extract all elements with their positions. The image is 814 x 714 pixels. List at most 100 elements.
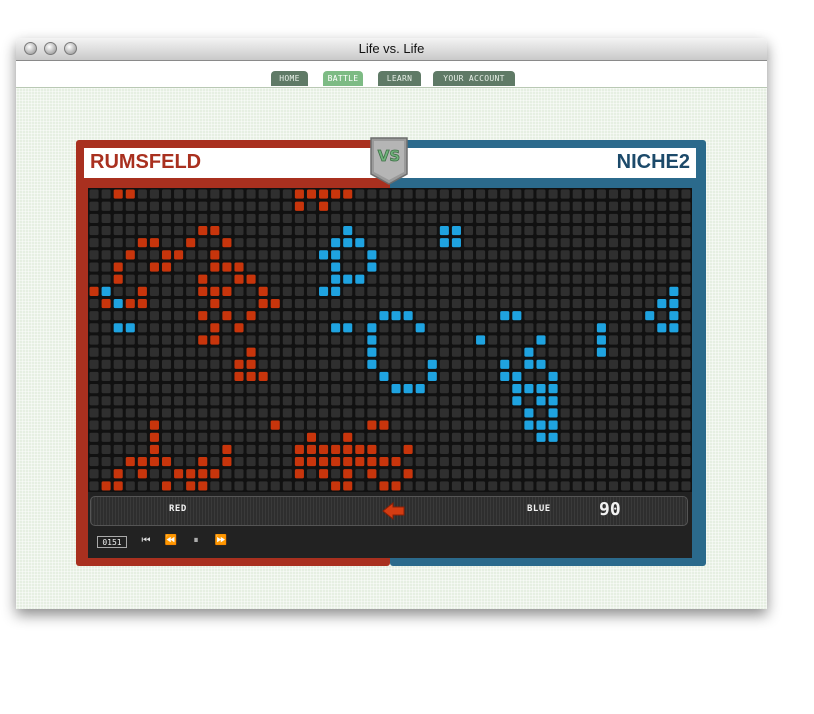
board-cell	[125, 359, 135, 369]
board-cell	[306, 201, 317, 211]
board-cell	[596, 371, 606, 382]
board-cell	[415, 286, 425, 296]
board-cell	[174, 396, 184, 406]
board-cell	[198, 384, 208, 394]
board-cell	[379, 250, 389, 260]
board-cell	[391, 298, 401, 309]
board-cell	[488, 201, 498, 211]
board-cell	[645, 274, 655, 284]
board-cell	[379, 396, 389, 406]
board-cell	[500, 396, 510, 406]
step-back-icon[interactable]: ⏪	[164, 534, 178, 548]
board-cell	[319, 323, 329, 333]
board-cell	[451, 286, 461, 296]
board-cell	[161, 213, 172, 223]
board-cell	[149, 201, 159, 211]
board-cell	[488, 250, 498, 260]
board-cell	[113, 359, 123, 369]
board-cell	[451, 250, 461, 260]
step-forward-icon[interactable]: ⏩	[214, 534, 228, 548]
board-cell	[536, 201, 546, 211]
blue-player-name[interactable]: NICHE2	[617, 151, 690, 174]
blue-cell	[125, 323, 135, 333]
board-cell	[367, 371, 377, 382]
board-cell	[415, 189, 425, 199]
board-cell	[512, 481, 522, 491]
board-cell	[657, 201, 667, 211]
board-cell	[415, 408, 425, 418]
board-cell	[367, 384, 377, 394]
board-cell	[294, 225, 304, 236]
board-cell	[512, 335, 522, 345]
board-cell	[621, 469, 631, 479]
board-cell	[560, 298, 570, 309]
tab-battle[interactable]: BATTLE	[323, 71, 363, 86]
board-cell	[596, 408, 606, 418]
board-cell	[355, 371, 365, 382]
board-cell	[621, 311, 631, 321]
board-cell	[174, 286, 184, 296]
board-cell	[89, 469, 99, 479]
board-cell	[379, 408, 389, 418]
board-cell	[608, 457, 619, 467]
board-cell	[186, 396, 196, 406]
board-cell	[101, 238, 111, 248]
board-cell	[294, 298, 304, 309]
board-cell	[584, 189, 594, 199]
board-cell	[669, 335, 679, 345]
board-cell	[270, 444, 280, 455]
board-cell	[198, 444, 208, 455]
board-cell	[415, 444, 425, 455]
board-cell	[427, 213, 437, 223]
board-cell	[282, 420, 292, 430]
red-cell	[343, 469, 353, 479]
tab-your-account[interactable]: YOUR ACCOUNT	[433, 71, 515, 86]
board-cell	[331, 347, 341, 357]
board-cell	[403, 481, 413, 491]
board-cell	[149, 481, 159, 491]
board-cell	[488, 286, 498, 296]
board-cell	[137, 384, 147, 394]
tab-learn[interactable]: LEARN	[378, 71, 421, 86]
red-cell	[210, 250, 220, 260]
board-cell	[633, 274, 643, 284]
tab-home[interactable]: HOME	[271, 71, 308, 86]
game-board[interactable]	[88, 188, 692, 492]
board-cell	[548, 481, 558, 491]
board-cell	[633, 201, 643, 211]
board-cell	[198, 250, 208, 260]
board-cell	[645, 359, 655, 369]
board-cell	[560, 213, 570, 223]
pause-icon[interactable]: ⏸	[189, 534, 203, 548]
rewind-start-icon[interactable]: ⏮	[139, 534, 153, 548]
blue-cell	[403, 384, 413, 394]
board-cell	[331, 359, 341, 369]
board-cell	[149, 347, 159, 357]
board-cell	[319, 238, 329, 248]
board-cell	[439, 432, 449, 442]
board-cell	[633, 396, 643, 406]
board-cell	[270, 359, 280, 369]
board-cell	[548, 213, 558, 223]
board-cell	[512, 359, 522, 369]
board-cell	[246, 481, 256, 491]
board-cell	[560, 420, 570, 430]
board-cell	[367, 481, 377, 491]
board-cell	[439, 274, 449, 284]
board-cell	[451, 457, 461, 467]
board-cell	[319, 432, 329, 442]
board-cell	[234, 432, 244, 442]
red-player-header: RUMSFELD	[84, 148, 384, 178]
red-cell	[125, 250, 135, 260]
board-cell	[113, 347, 123, 357]
board-cell	[524, 311, 534, 321]
board-cell	[101, 469, 111, 479]
board-cell	[427, 250, 437, 260]
red-player-name[interactable]: RUMSFELD	[90, 151, 201, 174]
board-cell	[210, 384, 220, 394]
red-cell	[294, 469, 304, 479]
blue-cell	[331, 262, 341, 272]
board-cell	[379, 225, 389, 236]
board-cell	[391, 359, 401, 369]
board-cell	[379, 274, 389, 284]
